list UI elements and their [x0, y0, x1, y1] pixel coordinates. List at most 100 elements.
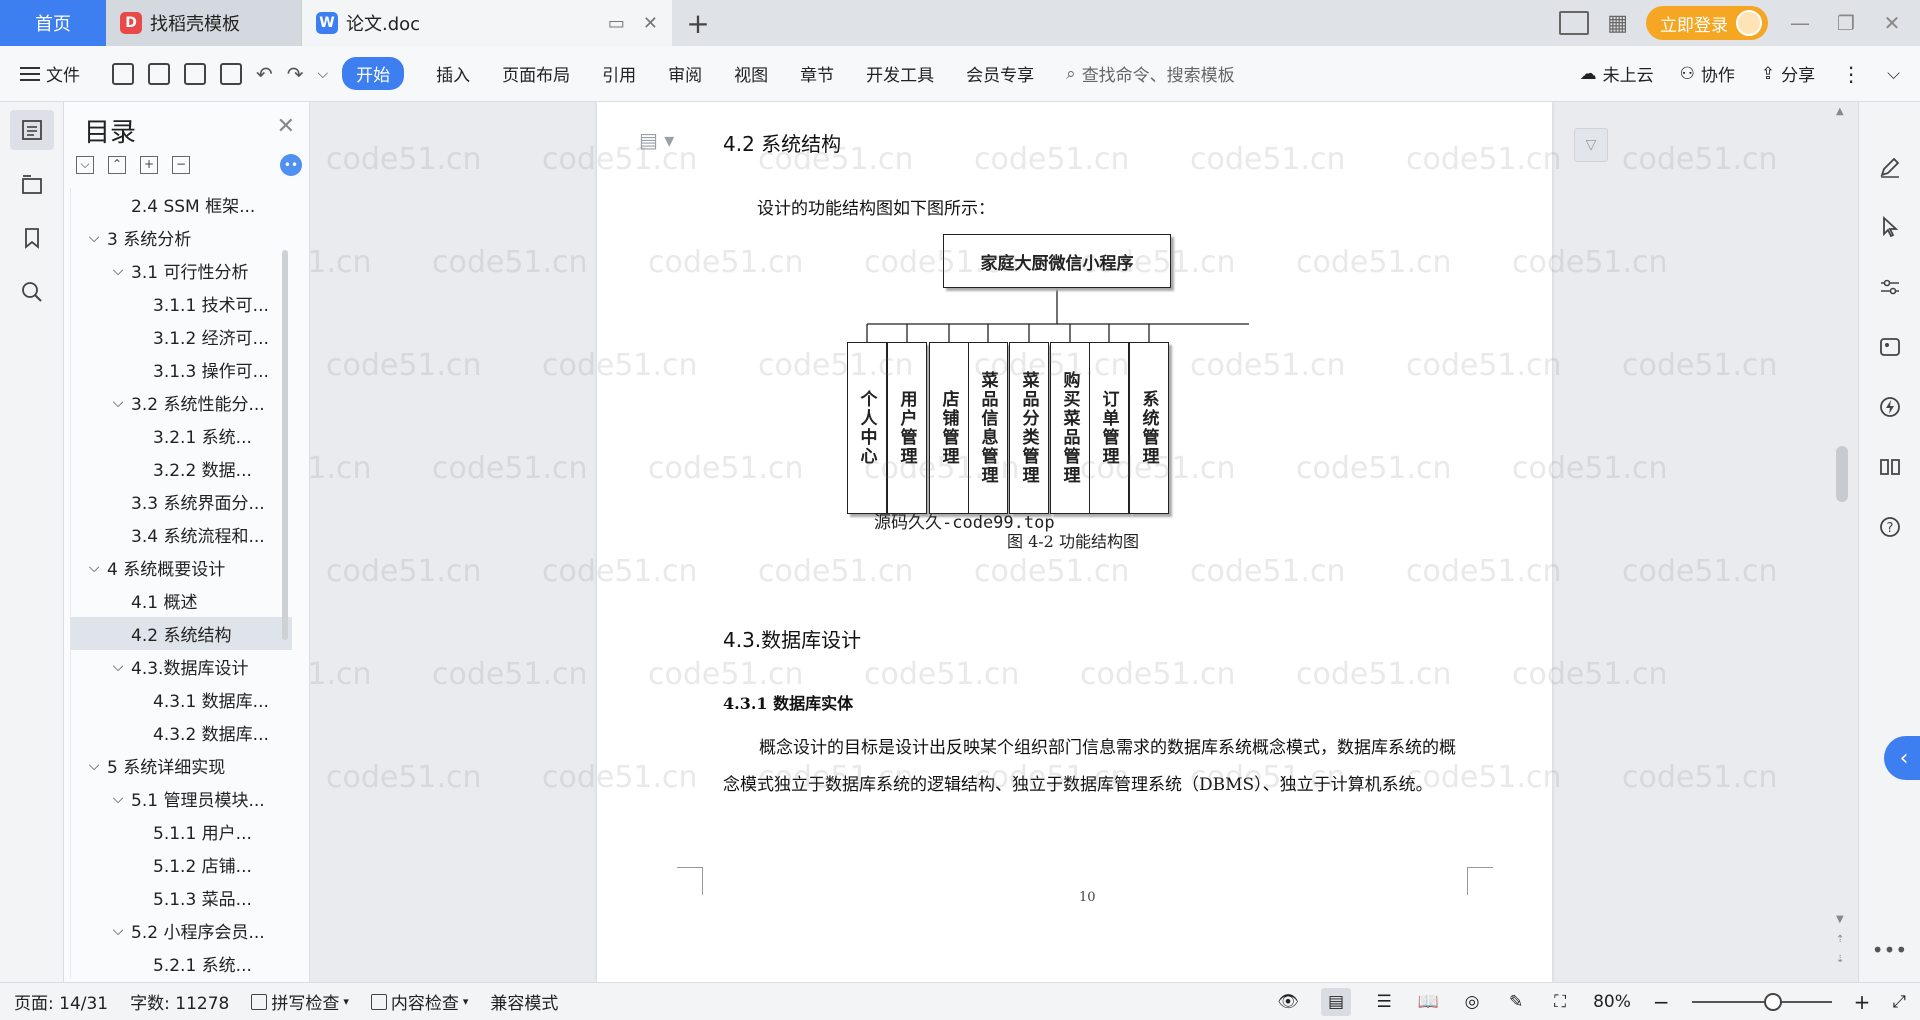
restore-icon[interactable]: ❐ [1832, 11, 1860, 35]
prev-page-icon[interactable]: ⇡ [1836, 934, 1844, 945]
menu-view[interactable]: 视图 [734, 61, 768, 86]
collab-button[interactable]: ⚇ 协作 [1680, 61, 1735, 87]
chevron-down-icon[interactable]: ⌵ [109, 659, 127, 675]
print-icon[interactable] [184, 62, 206, 85]
toc-item[interactable]: 3.2.1 系统... [71, 419, 292, 452]
chart-node-dish-info-mgmt[interactable]: 菜品信息管理 [968, 342, 1008, 514]
expand-level-icon[interactable]: ⌵ [76, 156, 94, 174]
chevron-down-icon[interactable]: ⌵ [109, 395, 127, 411]
menu-member[interactable]: 会员专享 [966, 61, 1034, 86]
chevron-down-icon[interactable]: ⌵ [85, 560, 103, 576]
menu-page-layout[interactable]: 页面布局 [502, 61, 570, 86]
body-paragraph[interactable]: 概念设计的目标是设计出反映某个组织部门信息需求的数据库系统概念模式，数据库系统的… [723, 730, 1463, 804]
select-cursor-icon[interactable] [1875, 212, 1905, 242]
toc-item[interactable]: 3.1.2 经济可... [71, 320, 292, 353]
more-icon[interactable]: ⋮ [1841, 62, 1861, 86]
spell-check[interactable]: 拼写检查 ▾ [251, 989, 349, 1014]
minimize-icon[interactable]: — [1786, 11, 1814, 35]
undo-icon[interactable]: ↶ [256, 62, 273, 86]
eye-protection-icon[interactable]: 👁 [1277, 991, 1299, 1013]
toc-panel-icon[interactable] [9, 110, 54, 150]
toc-item[interactable]: 5.2.1 系统... [71, 947, 292, 978]
redo-icon[interactable]: ↷ [287, 62, 304, 86]
toc-item[interactable]: ⌵ 4.3.数据库设计 [71, 650, 292, 683]
menu-home[interactable]: 开始 [342, 57, 405, 90]
chevron-down-icon[interactable]: ⌵ [109, 263, 127, 279]
cloud-status[interactable]: ☁ 未上云 [1580, 61, 1654, 87]
chart-node-shop-mgmt[interactable]: 店铺管理 [929, 342, 969, 514]
bookmark-icon[interactable] [10, 218, 54, 258]
read-view-icon[interactable]: 📖 [1417, 991, 1439, 1013]
pen-icon[interactable] [1875, 152, 1905, 182]
menu-insert[interactable]: 插入 [436, 61, 470, 86]
image-tools-icon[interactable] [1875, 332, 1905, 362]
login-button[interactable]: 立即登录 [1646, 6, 1768, 40]
tab-home[interactable]: 首页 [0, 0, 106, 46]
heading-4-3[interactable]: 4.3.数据库设计 [723, 624, 861, 653]
figure-caption[interactable]: 图 4-2 功能结构图 [1007, 528, 1139, 552]
menu-developer[interactable]: 开发工具 [866, 61, 934, 86]
toc-item[interactable]: 4.2 系统结构 [71, 617, 292, 650]
toc-scrollbar[interactable] [282, 250, 288, 640]
toc-item[interactable]: 4.3.1 数据库... [71, 683, 292, 716]
find-icon[interactable] [10, 272, 54, 312]
page-indicator[interactable]: 页面: 14/31 [14, 989, 108, 1014]
tab-float-icon[interactable]: ▭ [608, 13, 625, 34]
toc-assistant-icon[interactable]: •• [280, 154, 302, 176]
fit-page-icon[interactable]: ⛶ [1549, 991, 1571, 1013]
more-tools-icon[interactable]: ••• [1872, 938, 1907, 962]
expand-side-panel-icon[interactable]: ‹ [1884, 736, 1920, 780]
lightning-icon[interactable] [1875, 392, 1905, 422]
layout-icon[interactable] [1559, 11, 1590, 35]
toc-item[interactable]: 3.3 系统界面分... [71, 485, 292, 518]
chart-node-dish-category-mgmt[interactable]: 菜品分类管理 [1009, 342, 1049, 514]
toc-item[interactable]: ⌵ 4 系统概要设计 [71, 551, 292, 584]
quick-access-dropdown-icon[interactable]: ⌵ [318, 66, 329, 82]
chevron-down-icon[interactable]: ⌵ [85, 758, 103, 774]
write-view-icon[interactable]: ✎ [1505, 991, 1527, 1013]
share-button[interactable]: ⇪ 分享 [1761, 61, 1815, 87]
toc-item[interactable]: 3.1.1 技术可... [71, 287, 292, 320]
zoom-slider[interactable] [1691, 992, 1832, 1011]
toc-item[interactable]: ⌵ 5.1 管理员模块... [71, 782, 292, 815]
zoom-out-icon[interactable]: − [1653, 990, 1670, 1014]
scroll-top-icon[interactable]: ▲ [1836, 106, 1844, 117]
next-page-icon[interactable]: ⇣ [1836, 954, 1844, 965]
remove-heading-icon[interactable]: − [172, 156, 190, 174]
navigation-icon[interactable] [10, 164, 54, 204]
menu-chapter[interactable]: 章节 [800, 61, 834, 86]
add-heading-icon[interactable]: + [140, 156, 158, 174]
scroll-down-icon[interactable]: ▼ [1836, 914, 1844, 925]
command-search[interactable]: ⌕ 查找命令、搜索模板 [1066, 61, 1235, 87]
fullscreen-icon[interactable]: ⤢ [1892, 992, 1906, 1012]
apps-grid-icon[interactable]: ▦ [1607, 11, 1628, 36]
zoom-slider-knob[interactable] [1763, 992, 1782, 1011]
view-toggle-icon[interactable]: ▽ [1574, 128, 1608, 162]
menu-references[interactable]: 引用 [602, 61, 636, 86]
page-view-icon[interactable]: ▤ [1321, 987, 1352, 1016]
toc-item[interactable]: ⌵ 3 系统分析 [71, 221, 292, 254]
word-count[interactable]: 字数: 11278 [130, 989, 229, 1014]
toc-item[interactable]: 4.1 概述 [71, 584, 292, 617]
toc-item[interactable]: 4.3.2 数据库... [71, 716, 292, 749]
sliders-icon[interactable] [1875, 272, 1905, 302]
document-scrollbar[interactable]: ▲ ▼ ⇡ ⇣ [1830, 102, 1854, 982]
zoom-in-icon[interactable]: + [1854, 990, 1871, 1014]
chart-node-personal-center[interactable]: 个人中心 [847, 342, 887, 514]
toc-item[interactable]: 3.2.2 数据... [71, 452, 292, 485]
heading-4-3-1[interactable]: 4.3.1 数据库实体 [723, 690, 853, 714]
new-tab-button[interactable]: + [672, 0, 724, 46]
chart-node-system-mgmt[interactable]: 系统管理 [1129, 342, 1169, 514]
chart-node-order-mgmt[interactable]: 订单管理 [1089, 342, 1129, 514]
tab-close-icon[interactable]: ✕ [643, 13, 658, 34]
scroll-thumb[interactable] [1836, 446, 1848, 502]
toc-item[interactable]: 3.4 系统流程和... [71, 518, 292, 551]
tab-templates[interactable]: D 找稻壳模板 [106, 0, 302, 46]
content-check[interactable]: 内容检查 ▾ [370, 989, 468, 1014]
save-icon[interactable] [112, 62, 134, 85]
toc-item[interactable]: 2.4 SSM 框架... [71, 188, 292, 221]
toc-item[interactable]: 5.1.3 菜品... [71, 881, 292, 914]
toc-item[interactable]: ⌵ 5 系统详细实现 [71, 749, 292, 782]
collapse-ribbon-icon[interactable]: ⌵ [1887, 64, 1900, 84]
toc-item[interactable]: 3.1.3 操作可... [71, 353, 292, 386]
